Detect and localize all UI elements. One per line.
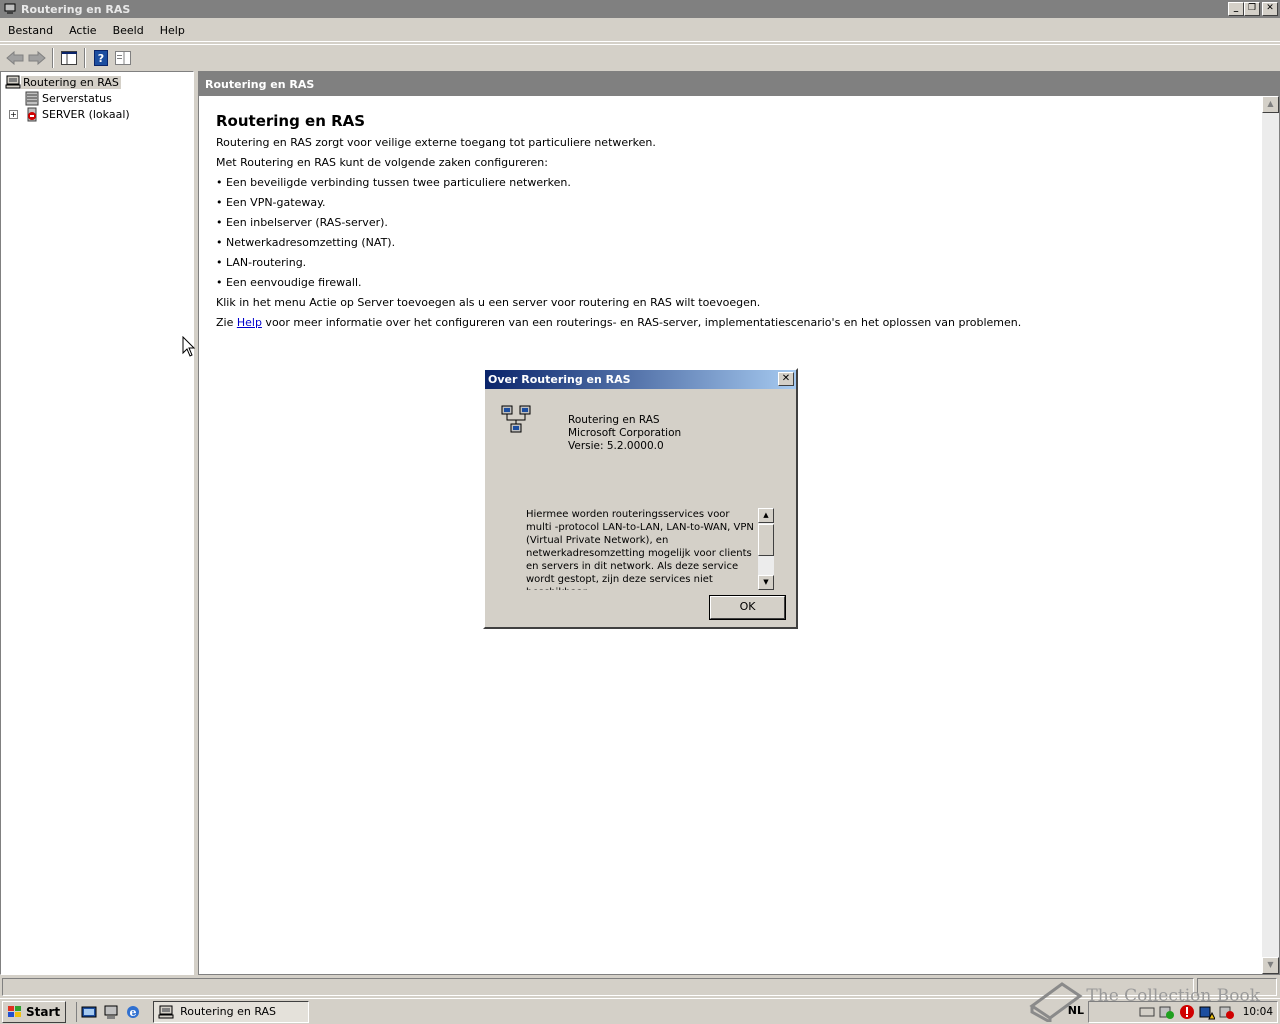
tree-item-server[interactable]: + SERVER (lokaal)	[9, 106, 132, 122]
alert-icon[interactable]	[1179, 1004, 1195, 1020]
toolbar: ?	[0, 44, 1280, 70]
expand-icon[interactable]: +	[9, 109, 18, 119]
start-button[interactable]: Start	[2, 1000, 67, 1023]
bullet-item: • Een VPN-gateway.	[216, 196, 326, 209]
status-panel-main	[2, 978, 1194, 996]
quick-launch: e	[76, 1001, 141, 1022]
security-shield-icon[interactable]	[1159, 1004, 1175, 1020]
svg-text:e: e	[130, 1006, 137, 1019]
tree-item-root[interactable]: Routering en RAS	[5, 74, 121, 90]
pane-icon	[115, 50, 131, 65]
server-status-icon	[25, 91, 39, 105]
warning-icon[interactable]	[1199, 1004, 1215, 1020]
forward-arrow-icon	[28, 50, 46, 65]
product-name: Routering en RAS	[568, 414, 660, 426]
company-name: Microsoft Corporation	[568, 427, 682, 439]
network-disconnected-icon[interactable]	[1219, 1004, 1235, 1020]
keyboard-icon[interactable]	[1139, 1006, 1155, 1018]
about-dialog: Over Routering en RAS ✕ Routering en RAS…	[483, 368, 798, 629]
scroll-thumb[interactable]	[758, 524, 774, 556]
pane-heading: Routering en RAS	[216, 112, 366, 130]
network-computers-icon	[501, 405, 531, 433]
menu-beeld[interactable]: Beeld	[105, 24, 152, 37]
dialog-info: Routering en RAS Microsoft Corporation V…	[568, 414, 681, 453]
action-pane-button[interactable]	[112, 47, 134, 69]
show-console-tree-button[interactable]	[58, 47, 80, 69]
console-tree: Routering en RAS Serverstatus + SERVER (…	[0, 71, 194, 975]
console-tree-icon	[61, 50, 77, 65]
dialog-titlebar[interactable]: Over Routering en RAS ✕	[485, 370, 796, 389]
restore-button[interactable]: ❐	[1244, 2, 1260, 16]
minimize-button[interactable]: _	[1228, 2, 1244, 16]
bullet-item: • Een eenvoudige firewall.	[216, 276, 362, 289]
toolbar-separator	[84, 47, 86, 68]
dialog-close-icon[interactable]: ✕	[778, 372, 794, 386]
tree-root-label: Routering en RAS	[21, 75, 121, 89]
back-arrow-icon	[6, 50, 24, 65]
routing-app-icon	[4, 3, 16, 14]
pane-content: Routering en RAS Routering en RAS zorgt …	[216, 112, 1256, 336]
menu-help[interactable]: Help	[152, 24, 193, 37]
scroll-up-icon[interactable]: ▲	[1262, 96, 1279, 113]
help-prefix: Zie	[216, 316, 237, 329]
bullet-item: • LAN-routering.	[216, 256, 307, 269]
taskbar-task-routering[interactable]: Routering en RAS	[153, 1000, 310, 1023]
menu-bar: Bestand Actie Beeld Help	[0, 20, 1280, 42]
bullet-item: • Een inbelserver (RAS-server).	[216, 216, 388, 229]
clock[interactable]: 10:04	[1243, 1006, 1273, 1018]
forward-button[interactable]	[26, 47, 48, 69]
window-title: Routering en RAS	[21, 2, 131, 16]
help-icon: ?	[94, 49, 108, 66]
menu-bestand[interactable]: Bestand	[0, 24, 61, 37]
watermark-text: The Collection Book	[1086, 986, 1260, 1006]
show-desktop-icon[interactable]	[81, 1005, 97, 1019]
add-server-instruction: Klik in het menu Actie op Server toevoeg…	[216, 296, 761, 309]
help-suffix: voor meer informatie over het configurer…	[261, 316, 1022, 329]
description-scrollbar[interactable]: ▲ ▼	[758, 508, 774, 590]
tree-item-serverstatus[interactable]: Serverstatus	[24, 90, 114, 106]
book-logo-icon	[1029, 982, 1083, 1022]
start-label: Start	[26, 1004, 61, 1019]
help-line: Zie Help voor meer informatie over het c…	[216, 316, 1256, 336]
scroll-down-icon[interactable]: ▼	[758, 575, 774, 590]
version-text: Versie: 5.2.0000.0	[568, 440, 664, 452]
tree-serverstatus-label: Serverstatus	[42, 91, 112, 105]
routing-computer-icon	[5, 75, 21, 89]
bullet-item: • Netwerkadresomzetting (NAT).	[216, 236, 396, 249]
intro-line: Routering en RAS zorgt voor veilige exte…	[216, 136, 656, 149]
toolbar-separator	[52, 47, 54, 68]
config-line: Met Routering en RAS kunt de volgende za…	[216, 156, 548, 169]
menu-actie[interactable]: Actie	[61, 24, 105, 37]
routing-app-icon	[158, 1005, 174, 1018]
mouse-cursor-icon	[182, 336, 196, 357]
windows-logo-icon	[8, 1005, 21, 1017]
close-button[interactable]: ✕	[1262, 2, 1278, 16]
bullet-item: • Een beveiligde verbinding tussen twee …	[216, 176, 571, 189]
window-titlebar[interactable]: Routering en RAS _ ❐ ✕	[0, 0, 1280, 18]
dialog-title: Over Routering en RAS	[488, 373, 631, 386]
task-label: Routering en RAS	[180, 1005, 277, 1018]
back-button[interactable]	[4, 47, 26, 69]
scroll-down-icon[interactable]: ▼	[1262, 957, 1279, 974]
pane-header: Routering en RAS	[199, 72, 1279, 96]
service-description: Hiermee worden routeringsservices voor m…	[526, 509, 754, 590]
help-link[interactable]: Help	[237, 316, 262, 329]
tree-server-label: SERVER (lokaal)	[42, 107, 130, 121]
ok-button[interactable]: OK	[709, 595, 786, 620]
svg-text:?: ?	[98, 52, 104, 65]
server-manager-icon[interactable]	[103, 1004, 119, 1020]
scroll-up-icon[interactable]: ▲	[758, 508, 774, 523]
pane-scrollbar[interactable]: ▲ ▼	[1262, 96, 1279, 974]
internet-explorer-icon[interactable]: e	[125, 1004, 141, 1020]
help-button[interactable]: ?	[90, 47, 112, 69]
server-stopped-icon	[27, 107, 37, 121]
